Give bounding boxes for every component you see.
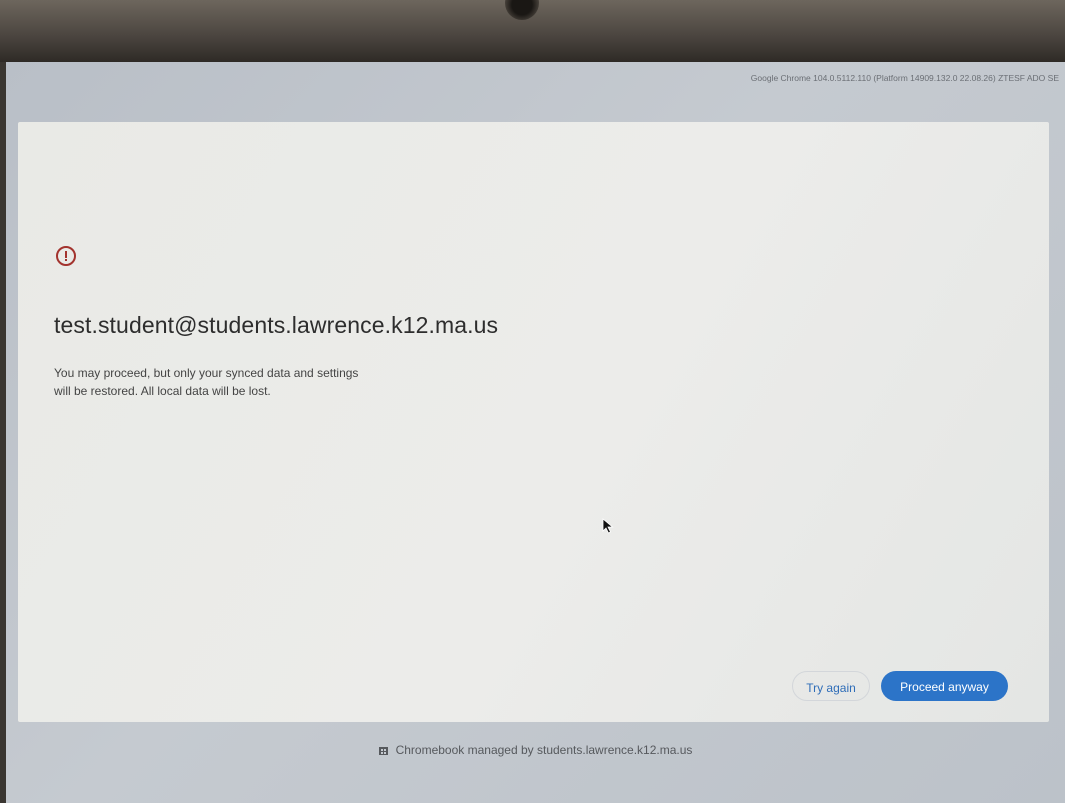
screen: Google Chrome 104.0.5112.110 (Platform 1… (6, 62, 1065, 803)
managed-by-label: Chromebook managed by students.lawrence.… (395, 743, 693, 757)
webcam (505, 0, 539, 20)
proceed-anyway-button[interactable]: Proceed anyway (881, 671, 1008, 701)
laptop-bezel (0, 0, 1065, 62)
mouse-cursor-icon (602, 518, 614, 534)
account-email-title: test.student@students.lawrence.k12.ma.us (54, 312, 499, 338)
try-again-button[interactable]: Try again (792, 671, 870, 701)
dialog-message: You may proceed, but only your synced da… (54, 366, 359, 398)
managed-device-footer: Chromebook managed by students.lawrence.… (6, 743, 1065, 757)
version-info: Google Chrome 104.0.5112.110 (Platform 1… (750, 73, 1059, 83)
recovery-dialog: test.student@students.lawrence.k12.ma.us… (18, 122, 1049, 722)
alert-circle-icon (56, 246, 76, 266)
building-icon (378, 747, 388, 755)
